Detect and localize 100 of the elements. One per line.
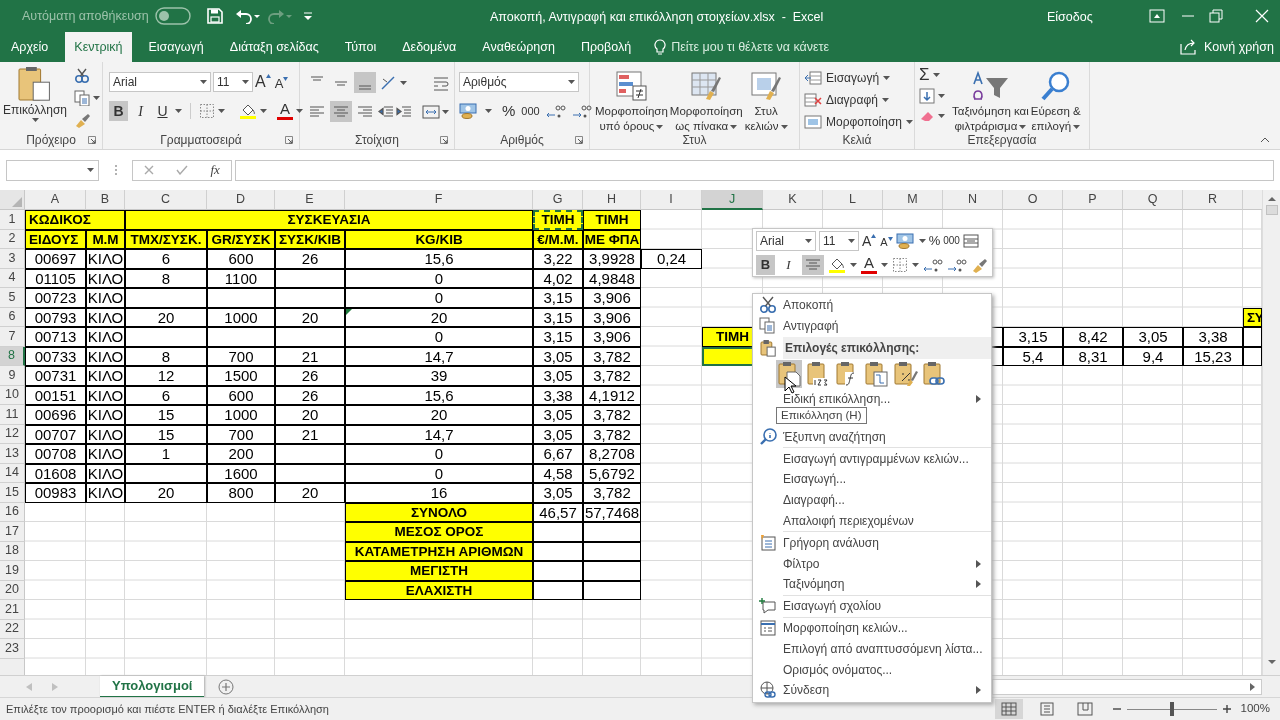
table-cell[interactable]: €/Μ.Μ. (533, 229, 583, 249)
ribbon-tab[interactable]: Κεντρική (65, 32, 132, 62)
font-field[interactable]: Arial (109, 72, 211, 92)
row-header[interactable]: 21 (0, 600, 25, 620)
ribbon-button[interactable]: Μορφοποίηση (804, 112, 913, 131)
table-cell[interactable]: 8,31 (1063, 346, 1123, 366)
row-header[interactable]: 1 (0, 210, 25, 230)
shrink-font-button[interactable]: A (880, 236, 888, 248)
ribbon-button[interactable]: Μορφοποίηση υπό όρους (594, 66, 669, 134)
table-cell[interactable]: 4,02 (533, 268, 583, 288)
table-cell[interactable]: ΚΩΔΙΚΟΣ (25, 210, 125, 230)
ribbon-button[interactable]: Ταξινόμηση και φιλτράρισμα (951, 66, 1030, 134)
table-cell[interactable]: 1000 (207, 307, 275, 327)
table-cell[interactable]: ΜΕΓΙΣΤΗ (345, 561, 533, 581)
table-cell[interactable]: 800 (207, 483, 275, 503)
menu-item[interactable]: Επιλογή από αναπτυσσόμενη λίστα... (753, 638, 991, 660)
table-cell[interactable]: 1600 (207, 463, 275, 483)
table-cell[interactable]: GR/ΣΥΣΚ (207, 229, 275, 249)
format-button[interactable]: I (779, 254, 798, 275)
table-cell[interactable]: 20 (125, 307, 207, 327)
tell-me-field[interactable]: Πείτε μου τι θέλετε να κάνετε (671, 37, 830, 57)
format-button[interactable]: B (756, 254, 775, 275)
table-cell[interactable]: 00713 (25, 327, 86, 347)
table-cell[interactable]: 4,58 (533, 463, 583, 483)
table-cell[interactable]: ΚΙΛΟ (86, 444, 125, 464)
table-cell[interactable]: 0 (345, 268, 533, 288)
table-cell[interactable]: 20 (275, 405, 345, 425)
font-field[interactable]: Arial (756, 230, 816, 251)
table-cell[interactable]: 3,906 (583, 288, 641, 308)
table-cell[interactable]: 200 (207, 444, 275, 464)
menu-item[interactable]: Διαγραφή... (753, 489, 991, 511)
table-cell[interactable]: 39 (345, 366, 533, 386)
menu-item[interactable]: Φίλτρο (753, 553, 991, 574)
table-cell[interactable]: 57,7468 (583, 502, 641, 522)
format-button[interactable]: I (131, 101, 150, 121)
ribbon-button[interactable]: Διαγραφή (804, 90, 913, 109)
menu-item[interactable]: Ορισμός ονόματος... (753, 659, 991, 680)
table-cell[interactable]: 3,05 (533, 346, 583, 366)
ribbon-button[interactable]: Εισαγωγή (804, 68, 913, 87)
insert-function-button[interactable]: fx (210, 160, 220, 180)
table-cell[interactable]: 8,2708 (583, 444, 641, 464)
row-header[interactable]: 11 (0, 405, 25, 425)
table-cell[interactable]: 1100 (207, 268, 275, 288)
table-cell[interactable]: 8 (125, 268, 207, 288)
menu-item[interactable]: Αποκοπή (753, 295, 991, 316)
table-cell[interactable]: 5,4 (1003, 346, 1063, 366)
menu-item[interactable]: Γρήγορη ανάλυση (753, 532, 991, 554)
table-cell[interactable]: 00733 (25, 346, 86, 366)
ribbon-tab[interactable]: Αρχείο (2, 32, 58, 62)
table-cell[interactable]: 4,1912 (583, 385, 641, 405)
table-cell[interactable]: 0 (345, 444, 533, 464)
table-cell[interactable]: ΤΜΧ/ΣΥΣΚ. (125, 229, 207, 249)
table-cell[interactable]: 0 (345, 288, 533, 308)
table-cell[interactable]: 15,6 (345, 249, 533, 269)
font-color-button[interactable]: A (864, 255, 874, 270)
ribbon-tab[interactable]: Δεδομένα (393, 32, 466, 62)
table-cell[interactable]: 15,6 (345, 385, 533, 405)
table-cell[interactable]: 20 (345, 307, 533, 327)
menu-item[interactable]: Ταξινόμηση (753, 573, 991, 595)
table-cell[interactable]: 21 (275, 346, 345, 366)
table-cell[interactable]: 600 (207, 385, 275, 405)
table-cell[interactable]: 3,9928 (583, 249, 641, 269)
table-cell[interactable]: 00708 (25, 444, 86, 464)
table-cell[interactable]: ΚΙΛΟ (86, 366, 125, 386)
table-cell[interactable]: 0,24 (641, 249, 702, 269)
ribbon-button[interactable]: Μορφοποίηση ως πίνακα (668, 66, 744, 134)
row-header[interactable]: 15 (0, 483, 25, 503)
ribbon-tab[interactable]: Προβολή (571, 32, 641, 62)
table-cell[interactable]: 6,67 (533, 444, 583, 464)
format-button[interactable]: U (153, 101, 172, 121)
row-header[interactable]: 17 (0, 522, 25, 542)
thousands-button[interactable]: 000 (521, 103, 540, 120)
table-cell[interactable]: 5,6792 (583, 463, 641, 483)
table-cell[interactable]: 3,782 (583, 424, 641, 444)
table-cell[interactable]: 3,38 (1183, 327, 1243, 347)
zoom-level[interactable]: 100% (1240, 700, 1270, 718)
table-cell[interactable]: 16 (345, 483, 533, 503)
table-cell[interactable]: ΜΕ ΦΠΑ (583, 229, 641, 249)
table-cell[interactable]: 00697 (25, 249, 86, 269)
table-cell[interactable]: 3,906 (583, 327, 641, 347)
menu-item[interactable]: Έξυπνη αναζήτηση (753, 426, 991, 448)
table-cell[interactable]: 3,22 (533, 249, 583, 269)
menu-item[interactable]: Εισαγωγή αντιγραμμένων κελιών... (753, 448, 991, 469)
table-cell[interactable]: 3,05 (533, 424, 583, 444)
table-cell[interactable]: KG/KIB (345, 229, 533, 249)
ribbon-tab[interactable]: Εισαγωγή (139, 32, 213, 62)
table-cell[interactable]: ΚΙΛΟ (86, 405, 125, 425)
number-format-field[interactable]: Αριθμός (459, 72, 579, 92)
share-button[interactable]: Κοινή χρήση (1204, 37, 1274, 57)
table-cell[interactable]: 9,4 (1123, 346, 1183, 366)
column-header[interactable]: G (533, 190, 583, 210)
table-cell[interactable]: 3,05 (1123, 327, 1183, 347)
table-cell[interactable]: 15,23 (1183, 346, 1243, 366)
autosum-button[interactable]: Σ (919, 66, 930, 84)
row-header[interactable]: 19 (0, 561, 25, 581)
font-size-field[interactable]: 11 (213, 72, 253, 92)
table-cell[interactable]: 00151 (25, 385, 86, 405)
table-cell[interactable]: 01608 (25, 463, 86, 483)
percent-button[interactable]: % (928, 230, 941, 251)
table-cell[interactable]: 1 (125, 444, 207, 464)
